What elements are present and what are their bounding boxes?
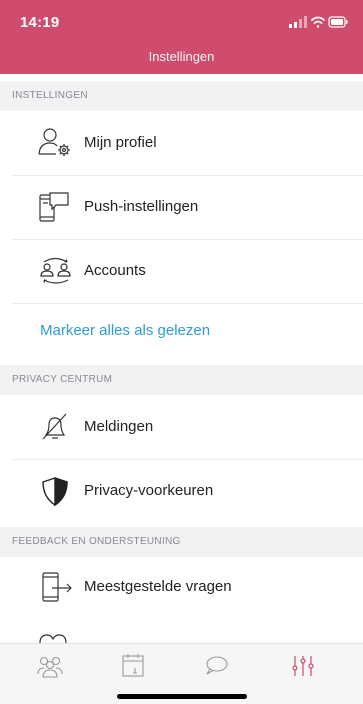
tab-community[interactable] [30,652,70,680]
section-header-privacy: PRIVACY CENTRUM [0,365,363,395]
signal-icon [289,16,307,28]
shield-icon [42,477,68,507]
mark-all-read-link[interactable]: Markeer alles als gelezen [0,303,363,359]
settings-sliders-icon [292,656,314,676]
privacy-item-label: Privacy-voorkeuren [84,482,214,499]
accounts-switch-icon [40,257,71,284]
chat-bubble-icon [206,656,228,675]
privacy-item-meldingen[interactable]: Meldingen [0,395,363,459]
battery-icon [328,16,348,28]
bell-off-icon [42,413,67,440]
privacy-item-label: Meldingen [84,418,154,435]
community-icon [37,656,63,678]
section-header-settings: INSTELLINGEN [0,81,363,111]
settings-item-label: Accounts [84,262,146,279]
page-title: Instellingen [148,49,215,64]
status-time: 14:19 [20,14,60,31]
feedback-item-label: Meestgestelde vragen [84,578,232,595]
section-header-feedback: FEEDBACK EN ONDERSTEUNING [0,527,363,557]
profile-settings-icon [38,128,70,156]
faq-phone-icon [42,572,72,602]
privacy-item-privacy-voorkeuren[interactable]: Privacy-voorkeuren [0,459,363,523]
settings-item-label: Mijn profiel [84,134,157,151]
tab-calendar[interactable] [113,652,153,680]
tab-chat[interactable] [196,652,236,680]
app-header: 14:19 Instellingen [0,0,363,74]
home-indicator [117,694,247,699]
wifi-icon [311,16,325,28]
settings-item-accounts[interactable]: Accounts [0,239,363,303]
settings-item-push-instellingen[interactable]: Push-instellingen [0,175,363,239]
settings-item-mijn-profiel[interactable]: Mijn profiel [0,111,363,175]
status-icons [289,16,348,28]
push-notification-icon [39,192,69,222]
mark-all-read-label: Markeer alles als gelezen [40,322,211,339]
settings-item-label: Push-instellingen [84,198,199,215]
heart-icon [39,634,67,643]
calendar-icon [122,654,144,677]
feedback-item-meestgestelde-vragen[interactable]: Meestgestelde vragen [0,555,363,619]
tab-settings[interactable] [283,652,323,680]
